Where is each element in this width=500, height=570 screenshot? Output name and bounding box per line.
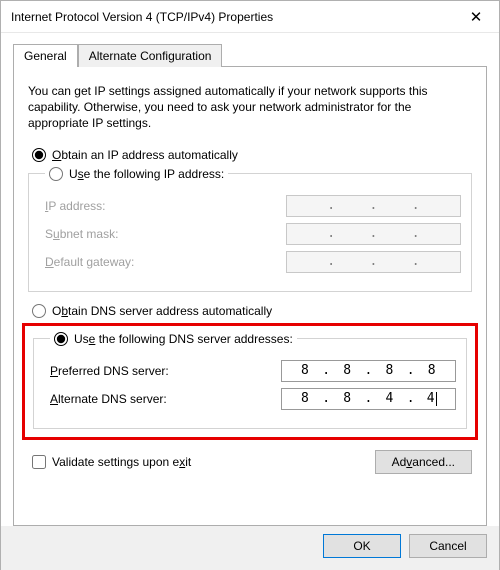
radio-dns-auto[interactable]: Obtain DNS server address automatically	[28, 304, 472, 318]
dialog-footer: OK Cancel	[1, 526, 499, 570]
radio-ip-auto-label: Obtain an IP address automatically	[52, 148, 238, 162]
highlight-box: Use the following DNS server addresses: …	[22, 323, 478, 440]
validate-label: Validate settings upon exit	[52, 455, 191, 469]
tab-panel-general: You can get IP settings assigned automat…	[13, 66, 487, 526]
radio-ip-manual-input[interactable]	[49, 167, 63, 181]
radio-dns-manual-label: Use the following DNS server addresses:	[74, 332, 293, 346]
validate-checkbox-row[interactable]: Validate settings upon exit	[32, 455, 191, 469]
default-gateway-input: ...	[286, 251, 461, 273]
default-gateway-label: Default gateway:	[45, 255, 225, 269]
ip-address-group: Use the following IP address: IP address…	[28, 167, 472, 292]
radio-dns-auto-label: Obtain DNS server address automatically	[52, 304, 272, 318]
ip-address-label: IP address:	[45, 199, 225, 213]
tab-general[interactable]: General	[13, 44, 78, 67]
intro-text: You can get IP settings assigned automat…	[28, 83, 472, 132]
preferred-dns-input[interactable]: 8. 8. 8. 8	[281, 360, 456, 382]
window-title: Internet Protocol Version 4 (TCP/IPv4) P…	[11, 10, 273, 24]
alternate-dns-input[interactable]: 8. 8. 4. 4	[281, 388, 456, 410]
radio-dns-manual-input[interactable]	[54, 332, 68, 346]
dns-group: Use the following DNS server addresses: …	[33, 332, 467, 429]
radio-ip-auto[interactable]: Obtain an IP address automatically	[28, 148, 472, 162]
preferred-dns-label: Preferred DNS server:	[50, 364, 230, 378]
radio-dns-auto-input[interactable]	[32, 304, 46, 318]
ok-button[interactable]: OK	[323, 534, 401, 558]
radio-ip-auto-input[interactable]	[32, 148, 46, 162]
radio-ip-manual-label: Use the following IP address:	[69, 167, 224, 181]
text-caret	[436, 392, 437, 406]
cancel-button[interactable]: Cancel	[409, 534, 487, 558]
close-icon: ✕	[470, 8, 483, 26]
validate-checkbox[interactable]	[32, 455, 46, 469]
alternate-dns-label: Alternate DNS server:	[50, 392, 230, 406]
radio-ip-manual[interactable]: Use the following IP address:	[49, 167, 224, 181]
tab-alternate[interactable]: Alternate Configuration	[78, 44, 223, 67]
subnet-mask-label: Subnet mask:	[45, 227, 225, 241]
ip-address-input: ...	[286, 195, 461, 217]
titlebar: Internet Protocol Version 4 (TCP/IPv4) P…	[1, 1, 499, 33]
advanced-button[interactable]: Advanced...	[375, 450, 472, 474]
tabs: General Alternate Configuration	[13, 43, 487, 66]
close-button[interactable]: ✕	[453, 1, 499, 33]
radio-dns-manual[interactable]: Use the following DNS server addresses:	[54, 332, 293, 346]
subnet-mask-input: ...	[286, 223, 461, 245]
